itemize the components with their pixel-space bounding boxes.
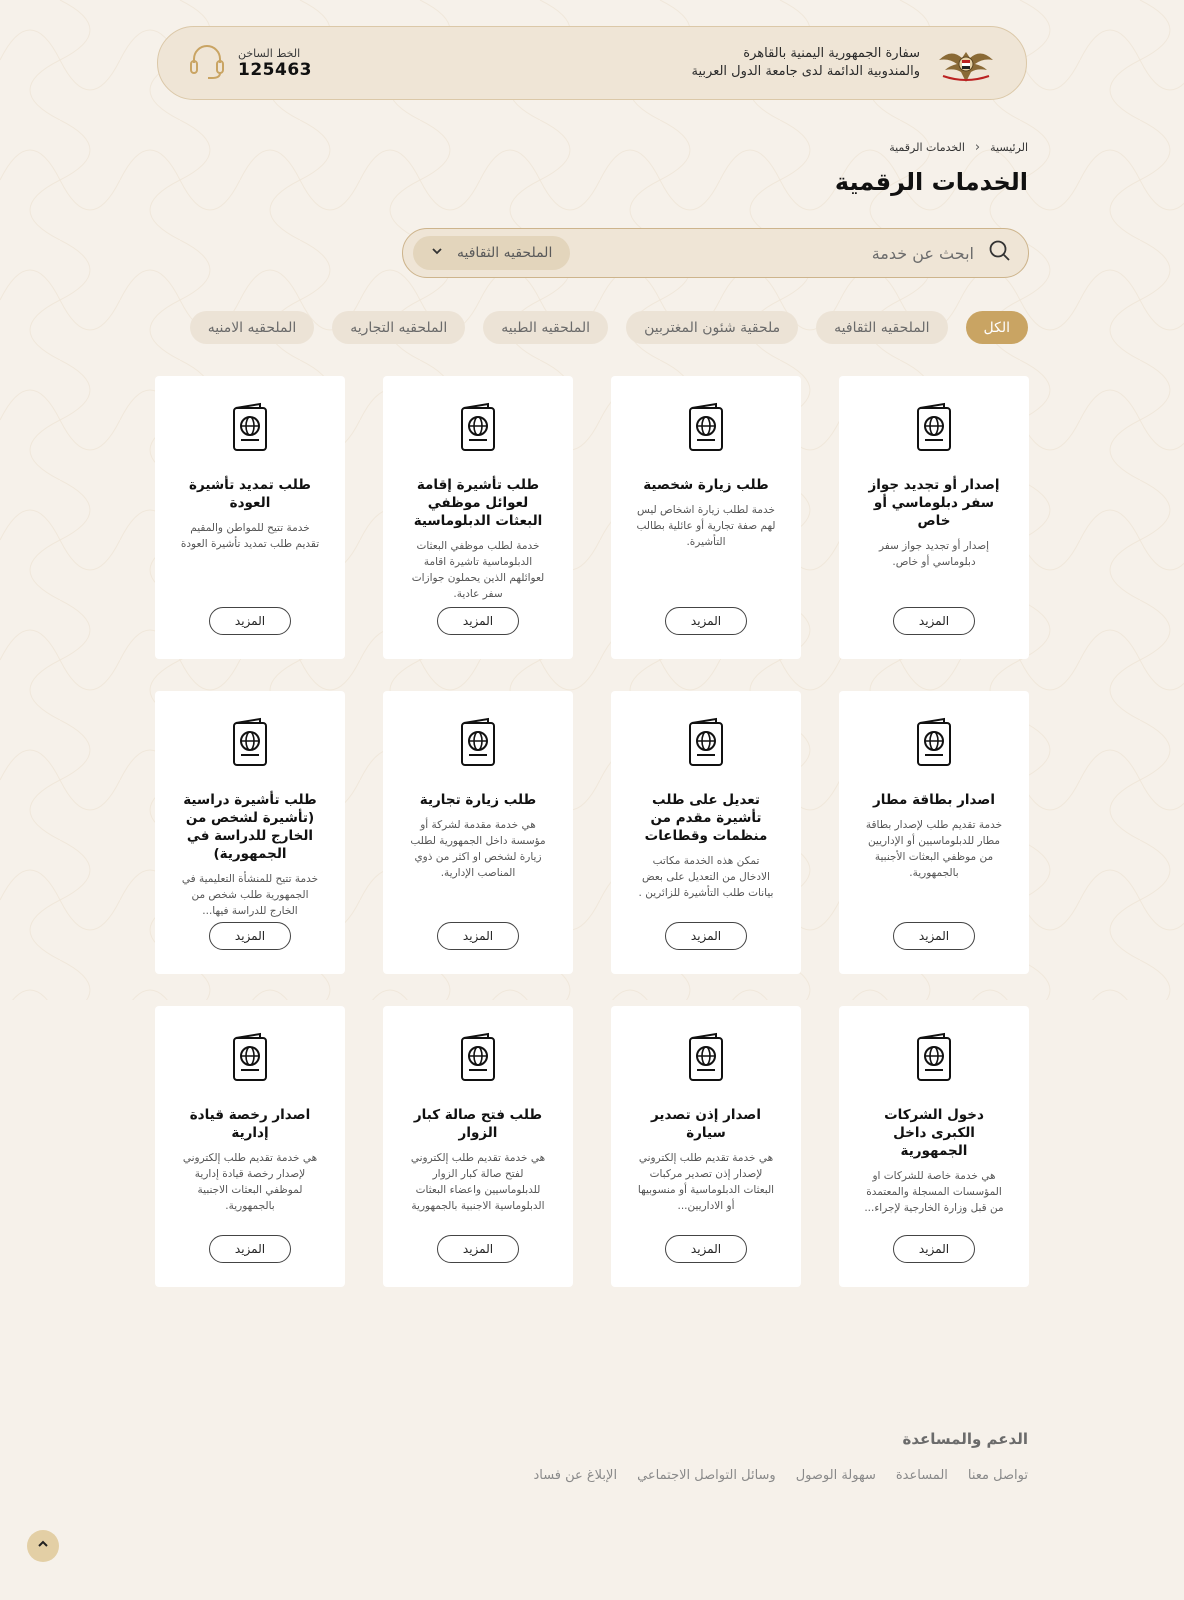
service-card-description: هي خدمة تقديم طلب إلكتروني لفتح صالة كبا… [410, 1152, 546, 1212]
scroll-to-top-button[interactable] [27, 1530, 59, 1562]
breadcrumb: الرئيسية ‹ الخدمات الرقمية [889, 140, 1028, 155]
service-card-description: خدمة تقديم طلب لإصدار بطاقة مطار للدبلوم… [865, 819, 1003, 879]
more-button[interactable]: المزيد [209, 607, 291, 635]
category-filters: الكل الملحقيه الثقافيه ملحقية شئون المغت… [189, 311, 1028, 344]
service-card-title: دخول الشركات الكبرى داخل الجمهورية [884, 1107, 984, 1159]
filter-chip-commercial[interactable]: الملحقيه التجاريه [332, 311, 466, 344]
service-card: اصدار إذن تصدير سيارة هي خدمة تقديم طلب إ… [611, 1006, 801, 1287]
service-card-description: إصدار أو تجديد جواز سفر دبلوماسي أو خاص. [878, 540, 990, 568]
service-card-description: خدمة لطلب موظفي البعثات الدبلوماسية تاشي… [411, 540, 545, 600]
service-card-title: تعديل على طلب تأشيرة مقدم من منظمات وقطا… [644, 792, 768, 844]
more-button[interactable]: المزيد [437, 1235, 519, 1263]
brand[interactable]: سفارة الجمهورية اليمنية بالقاهرة والمندو… [692, 41, 998, 85]
footer-link-help[interactable]: المساعدة [896, 1468, 948, 1483]
passport-icon [914, 402, 954, 452]
more-button[interactable]: المزيد [665, 922, 747, 950]
service-card-title: طلب زيارة تجارية [419, 792, 537, 808]
service-card-description: خدمة تتيح للمنشأة التعليمية في الجمهورية… [181, 873, 319, 917]
more-button[interactable]: المزيد [437, 922, 519, 950]
hotline[interactable]: الخط الساخن 125463 [188, 41, 312, 85]
passport-icon [230, 402, 270, 452]
category-select[interactable]: الملحقيه الثقافيه [413, 236, 571, 270]
service-card: اصدار بطاقة مطار خدمة تقديم طلب لإصدار بط… [839, 691, 1029, 974]
service-card-title: طلب فتح صالة كبار الزوار [413, 1107, 543, 1141]
service-card-description: هي خدمة خاصة للشركات او المؤسسات المسجلة… [864, 1170, 1004, 1214]
breadcrumb-current: الخدمات الرقمية [889, 141, 965, 154]
search-icon[interactable] [988, 239, 1012, 267]
service-card-title: طلب تأشيرة إقامة لعوائل موظفي البعثات ال… [413, 477, 543, 529]
filter-chip-cultural[interactable]: الملحقيه الثقافيه [816, 311, 948, 344]
more-button[interactable]: المزيد [665, 607, 747, 635]
passport-icon [686, 717, 726, 767]
service-card: دخول الشركات الكبرى داخل الجمهورية هي خدم… [839, 1006, 1029, 1287]
passport-icon [458, 717, 498, 767]
service-card: تعديل على طلب تأشيرة مقدم من منظمات وقطا… [611, 691, 801, 974]
chevron-left-icon: ‹ [974, 140, 981, 155]
footer-link-contact[interactable]: تواصل معنا [968, 1468, 1028, 1483]
service-card: طلب زيارة شخصية خدمة لطلب زيارة اشخاص ليس… [611, 376, 801, 659]
category-select-value: الملحقيه الثقافيه [457, 245, 553, 261]
service-card-title: إصدار أو تجديد جواز سفر دبلوماسي أو خاص [868, 477, 1000, 529]
service-card: طلب فتح صالة كبار الزوار هي خدمة تقديم طل… [383, 1006, 573, 1287]
filter-chip-expatriates[interactable]: ملحقية شئون المغتربين [626, 311, 799, 344]
service-card-title: طلب تأشيرة دراسية (تأشيرة لشخص من الخارج… [183, 792, 317, 862]
service-card-description: هي خدمة تقديم طلب إلكتروني لإصدار إذن تص… [637, 1152, 775, 1212]
service-card-title: اصدار رخصة قيادة إدارية [189, 1107, 311, 1141]
passport-icon [686, 1032, 726, 1082]
headset-icon [188, 41, 226, 85]
search-input[interactable] [582, 242, 976, 264]
services-grid: إصدار أو تجديد جواز سفر دبلوماسي أو خاص إ… [155, 376, 1029, 1287]
service-card-title: اصدار إذن تصدير سيارة [651, 1107, 761, 1141]
embassy-subtitle: والمندوبية الدائمة لدى جامعة الدول العرب… [691, 64, 920, 79]
more-button[interactable]: المزيد [893, 922, 975, 950]
service-card-title: طلب زيارة شخصية [643, 477, 769, 493]
filter-chip-security[interactable]: الملحقيه الامنيه [189, 311, 315, 344]
footer-link-social[interactable]: وسائل التواصل الاجتماعي [637, 1468, 776, 1483]
service-card: اصدار رخصة قيادة إدارية هي خدمة تقديم طلب… [155, 1006, 345, 1287]
hotline-label: الخط الساخن [238, 46, 301, 60]
embassy-name: سفارة الجمهورية اليمنية بالقاهرة [743, 46, 920, 61]
service-card-description: تمكن هذه الخدمة مكاتب الادخال من التعديل… [638, 855, 774, 899]
filter-chip-all[interactable]: الكل [965, 311, 1028, 344]
more-button[interactable]: المزيد [665, 1235, 747, 1263]
passport-icon [686, 402, 726, 452]
search-bar: الملحقيه الثقافيه [402, 228, 1029, 278]
service-card-description: هي خدمة تقديم طلب إلكتروني لإصدار رخصة ق… [182, 1152, 318, 1212]
service-card: طلب تأشيرة إقامة لعوائل موظفي البعثات ال… [383, 376, 573, 659]
footer-link-report-corruption[interactable]: الإبلاغ عن فساد [533, 1468, 617, 1483]
breadcrumb-home[interactable]: الرئيسية [990, 141, 1028, 154]
service-card: طلب زيارة تجارية هي خدمة مقدمة لشركة أو م… [383, 691, 573, 974]
passport-icon [230, 1032, 270, 1082]
service-card: إصدار أو تجديد جواز سفر دبلوماسي أو خاص إ… [839, 376, 1029, 659]
passport-icon [458, 1032, 498, 1082]
passport-icon [914, 1032, 954, 1082]
service-card-description: خدمة لطلب زيارة اشخاص ليس لهم صفة تجارية… [636, 504, 776, 548]
more-button[interactable]: المزيد [893, 1235, 975, 1263]
filter-chip-medical[interactable]: الملحقيه الطبيه [483, 311, 609, 344]
footer-links: تواصل معنا المساعدة سهولة الوصول وسائل ا… [533, 1468, 1028, 1483]
service-card-title: طلب تمديد تأشيرة العودة [189, 477, 311, 511]
hotline-number[interactable]: 125463 [238, 60, 312, 80]
more-button[interactable]: المزيد [209, 1235, 291, 1263]
more-button[interactable]: المزيد [209, 922, 291, 950]
passport-icon [458, 402, 498, 452]
service-card-title: اصدار بطاقة مطار [873, 792, 995, 808]
more-button[interactable]: المزيد [893, 607, 975, 635]
page-title: الخدمات الرقمية [834, 168, 1028, 196]
site-header: سفارة الجمهورية اليمنية بالقاهرة والمندو… [157, 26, 1027, 100]
service-card-description: هي خدمة مقدمة لشركة أو مؤسسة داخل الجمهو… [410, 819, 546, 879]
footer-link-accessibility[interactable]: سهولة الوصول [796, 1468, 876, 1483]
service-card: طلب تمديد تأشيرة العودة خدمة تتيح للمواطن… [155, 376, 345, 659]
service-card: طلب تأشيرة دراسية (تأشيرة لشخص من الخارج… [155, 691, 345, 974]
chevron-down-icon [431, 245, 443, 261]
yemen-emblem-logo [934, 41, 998, 85]
service-card-description: خدمة تتيح للمواطن والمقيم تقديم طلب تمدي… [180, 522, 320, 550]
chevron-up-icon [37, 1538, 49, 1554]
footer-title: الدعم والمساعدة [902, 1430, 1029, 1448]
passport-icon [230, 717, 270, 767]
passport-icon [914, 717, 954, 767]
more-button[interactable]: المزيد [437, 607, 519, 635]
